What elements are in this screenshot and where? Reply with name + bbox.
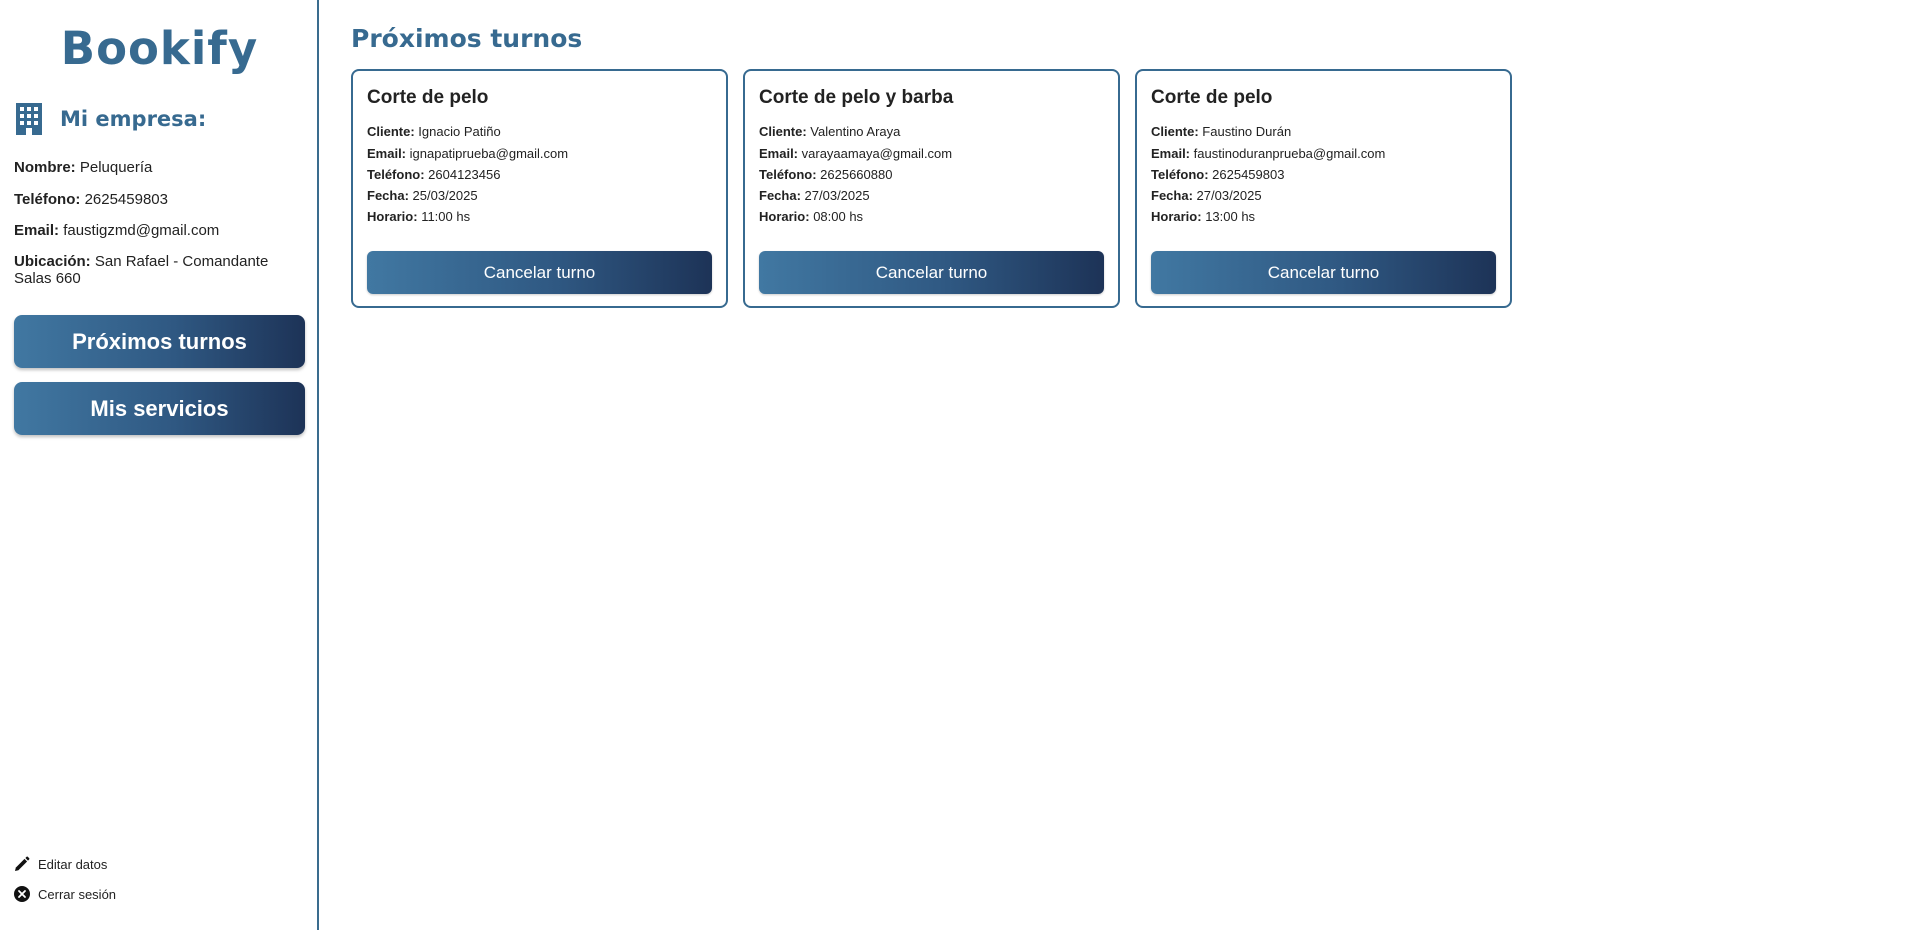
appointment-service: Corte de pelo <box>1151 87 1273 108</box>
appointment-time: Horario: 08:00 hs <box>759 209 863 224</box>
appointment-service: Corte de pelo <box>367 87 489 108</box>
appointment-service: Corte de pelo y barba <box>759 87 954 108</box>
logout-label: Cerrar sesión <box>38 886 117 902</box>
date-value: 27/03/2025 <box>1196 188 1262 203</box>
appointment-date: Fecha: 27/03/2025 <box>759 188 870 203</box>
phone-value: 2604123456 <box>428 167 501 182</box>
appointment-card: Corte de pelo y barba Cliente: Valentino… <box>743 69 1120 308</box>
appointment-card: Corte de pelo Cliente: Ignacio Patiño Em… <box>351 69 728 308</box>
date-label: Fecha: <box>367 188 409 203</box>
client-value: Ignacio Patiño <box>418 124 501 139</box>
company-name-value: Peluquería <box>79 159 153 176</box>
time-value: 13:00 hs <box>1205 209 1256 224</box>
close-circle-icon <box>14 886 30 902</box>
phone-value: 2625660880 <box>820 167 893 182</box>
company-name: Nombre: Peluquería <box>14 159 304 176</box>
company-email-value: faustigzmd@gmail.com <box>63 222 220 239</box>
time-value: 08:00 hs <box>813 209 864 224</box>
cancel-appointment-button[interactable]: Cancelar turno <box>1151 251 1496 294</box>
appointment-client: Cliente: Faustino Durán <box>1151 124 1291 139</box>
appointment-email: Email: ignapatiprueba@gmail.com <box>367 146 568 161</box>
company-email: Email: faustigzmd@gmail.com <box>14 222 304 239</box>
page-title: Próximos turnos <box>351 24 583 53</box>
company-location-label: Ubicación: <box>14 253 91 270</box>
phone-label: Teléfono: <box>367 167 425 182</box>
logout-link[interactable]: Cerrar sesión <box>14 886 116 902</box>
time-label: Horario: <box>367 209 418 224</box>
time-label: Horario: <box>759 209 810 224</box>
my-services-button[interactable]: Mis servicios <box>14 382 305 435</box>
appointment-email: Email: varayaamaya@gmail.com <box>759 146 952 161</box>
appointment-phone: Teléfono: 2625459803 <box>1151 167 1284 182</box>
brand-logo: Bookify <box>60 22 259 75</box>
appointment-client: Cliente: Ignacio Patiño <box>367 124 501 139</box>
company-heading: Mi empresa: <box>16 103 206 135</box>
email-value: faustinoduranprueba@gmail.com <box>1193 146 1386 161</box>
client-value: Faustino Durán <box>1202 124 1292 139</box>
date-value: 27/03/2025 <box>804 188 870 203</box>
appointment-time: Horario: 13:00 hs <box>1151 209 1255 224</box>
client-label: Cliente: <box>759 124 807 139</box>
email-value: ignapatiprueba@gmail.com <box>409 146 569 161</box>
appointment-time: Horario: 11:00 hs <box>367 209 470 224</box>
appointment-email: Email: faustinoduranprueba@gmail.com <box>1151 146 1385 161</box>
appointment-phone: Teléfono: 2625660880 <box>759 167 892 182</box>
phone-label: Teléfono: <box>1151 167 1209 182</box>
time-value: 11:00 hs <box>421 209 471 224</box>
appointment-client: Cliente: Valentino Araya <box>759 124 900 139</box>
company-email-label: Email: <box>14 222 60 239</box>
edit-data-link[interactable]: Editar datos <box>14 856 107 872</box>
email-label: Email: <box>1151 146 1191 161</box>
upcoming-appointments-button[interactable]: Próximos turnos <box>14 315 305 368</box>
email-label: Email: <box>367 146 407 161</box>
client-value: Valentino Araya <box>810 124 901 139</box>
date-label: Fecha: <box>1151 188 1193 203</box>
appointment-phone: Teléfono: 2604123456 <box>367 167 500 182</box>
edit-data-label: Editar datos <box>38 856 108 872</box>
cancel-appointment-button[interactable]: Cancelar turno <box>367 251 712 294</box>
appointment-card: Corte de pelo Cliente: Faustino Durán Em… <box>1135 69 1512 308</box>
date-label: Fecha: <box>759 188 801 203</box>
company-phone-value: 2625459803 <box>84 191 168 208</box>
date-value: 25/03/2025 <box>412 188 478 203</box>
company-heading-label: Mi empresa: <box>60 107 207 131</box>
company-phone: Teléfono: 2625459803 <box>14 191 304 208</box>
client-label: Cliente: <box>367 124 415 139</box>
email-label: Email: <box>759 146 799 161</box>
appointment-date: Fecha: 27/03/2025 <box>1151 188 1262 203</box>
phone-value: 2625459803 <box>1212 167 1285 182</box>
pencil-icon <box>15 856 30 871</box>
appointment-date: Fecha: 25/03/2025 <box>367 188 478 203</box>
email-value: varayaamaya@gmail.com <box>801 146 953 161</box>
company-location: Ubicación: San Rafael - Comandante Salas… <box>14 253 304 287</box>
time-label: Horario: <box>1151 209 1202 224</box>
building-icon <box>16 103 42 135</box>
cancel-appointment-button[interactable]: Cancelar turno <box>759 251 1104 294</box>
phone-label: Teléfono: <box>759 167 817 182</box>
sidebar: Bookify Mi empresa: Nombre: Peluquería T… <box>0 0 319 930</box>
company-phone-label: Teléfono: <box>14 191 81 208</box>
company-name-label: Nombre: <box>14 159 76 176</box>
client-label: Cliente: <box>1151 124 1199 139</box>
